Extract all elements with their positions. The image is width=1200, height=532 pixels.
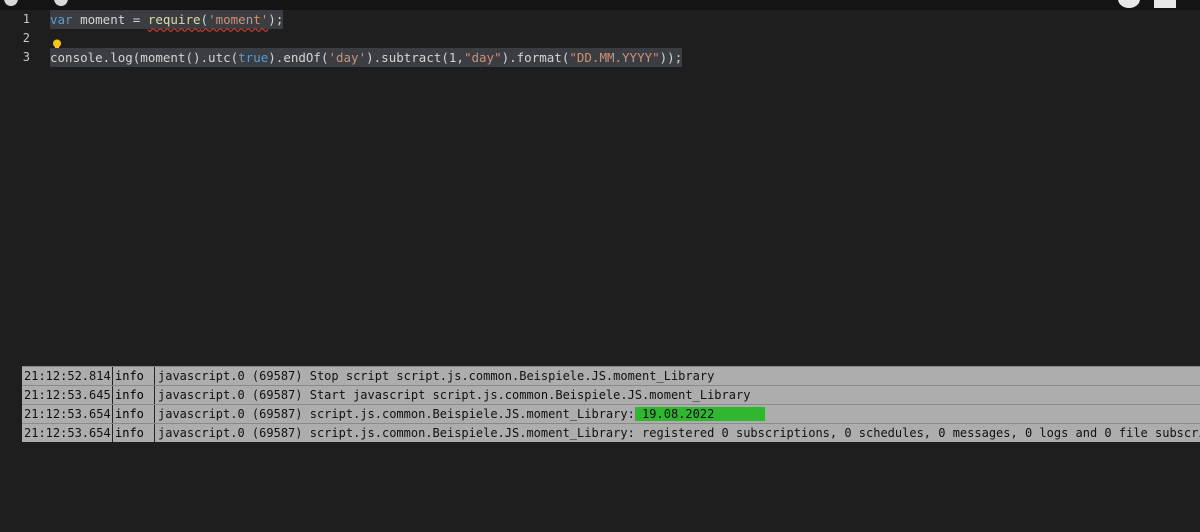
log-row[interactable]: 21:12:53.645 info javascript.0 (69587) S…: [22, 385, 1200, 404]
log-separator: [154, 424, 155, 442]
code-token-string: 'day': [328, 50, 367, 65]
log-time: 21:12:53.645: [24, 388, 111, 402]
code-token: console.log(moment().utc(: [50, 50, 239, 65]
code-token-keyword: var: [50, 12, 73, 27]
code-token-function: require: [147, 12, 201, 27]
code-token-string: 'moment': [208, 12, 269, 27]
log-level: info: [115, 388, 144, 402]
line-number: 2: [22, 31, 30, 45]
log-separator: [154, 405, 155, 423]
log-output-highlight: 19.08.2022: [634, 407, 765, 421]
top-bar: [0, 0, 1200, 10]
log-row[interactable]: 21:12:52.814 info javascript.0 (69587) S…: [22, 366, 1200, 385]
code-token-string: "DD.MM.YYYY": [569, 50, 660, 65]
toolbar-icon-1[interactable]: [4, 0, 18, 6]
log-time: 21:12:53.654: [24, 407, 111, 421]
line-number: 3: [22, 50, 30, 64]
code-token-keyword: true: [238, 50, 269, 65]
log-message: javascript.0 (69587) script.js.common.Be…: [158, 426, 1200, 440]
log-level: info: [115, 369, 144, 383]
log-separator: [154, 367, 155, 385]
top-right-toolbar: [1118, 0, 1178, 10]
code-token: ).subtract(1,: [366, 50, 464, 65]
code-token-paren: );: [268, 12, 284, 27]
toolbar-icon-2[interactable]: [54, 0, 68, 6]
log-separator: [154, 386, 155, 404]
code-token: ).format(: [501, 50, 570, 65]
log-separator: [112, 424, 113, 442]
log-separator: [112, 367, 113, 385]
log-level: info: [115, 407, 144, 421]
line-number-gutter: 1 2 3: [0, 10, 44, 360]
log-row[interactable]: 21:12:53.654 info javascript.0 (69587) s…: [22, 423, 1200, 442]
top-left-toolbar: [0, 0, 90, 10]
log-message: javascript.0 (69587) Start javascript sc…: [158, 388, 751, 402]
log-separator: [112, 405, 113, 423]
log-message: javascript.0 (69587) script.js.common.Be…: [158, 405, 765, 423]
code-token-identifier: moment: [72, 12, 133, 27]
code-line-3[interactable]: console.log(moment().utc(true).endOf('da…: [50, 48, 683, 67]
log-message: javascript.0 (69587) Stop script script.…: [158, 369, 715, 383]
code-token-paren: (: [200, 12, 209, 27]
log-time: 21:12:52.814: [24, 369, 111, 383]
log-separator: [112, 386, 113, 404]
toolbar-icon-3[interactable]: [1118, 0, 1140, 8]
log-message-text: javascript.0 (69587) script.js.common.Be…: [158, 407, 635, 421]
log-time: 21:12:53.654: [24, 426, 111, 440]
code-token-operator: =: [132, 12, 148, 27]
toolbar-icon-4[interactable]: [1154, 0, 1176, 8]
line-number: 1: [22, 12, 30, 26]
code-line-1[interactable]: var moment = require('moment');: [50, 10, 284, 29]
log-row[interactable]: 21:12:53.654 info javascript.0 (69587) s…: [22, 404, 1200, 423]
code-editor[interactable]: 1 2 3 var moment = require('moment'); co…: [0, 10, 1200, 360]
log-level: info: [115, 426, 144, 440]
code-token-string: "day": [463, 50, 502, 65]
code-token: ));: [659, 50, 683, 65]
code-token: ).endOf(: [268, 50, 329, 65]
